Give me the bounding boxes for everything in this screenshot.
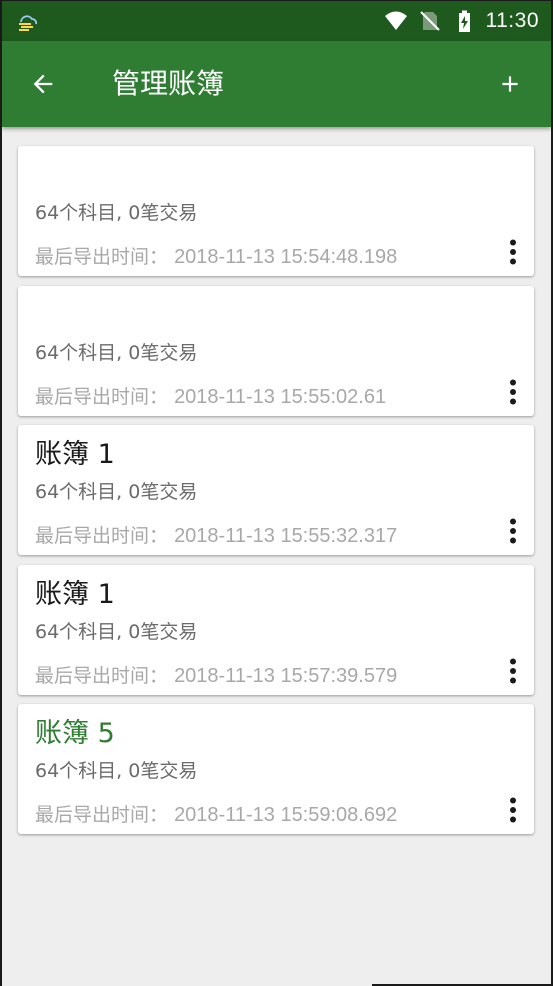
book-menu-button[interactable] [498,511,528,551]
book-name: 账簿 1 [35,439,115,470]
book-card[interactable]: 账簿 5 64个科目, 0笔交易 最后导出时间： 2018-11-13 15:5… [18,704,534,834]
book-list: 64个科目, 0笔交易 最后导出时间： 2018-11-13 15:54:48.… [18,146,535,844]
screen: 11:30 管理账簿 64个科目, 0笔交易 最后导出时间： 2018-11-1… [0,0,553,986]
app-bar: 管理账簿 [2,41,551,127]
export-time: 2018-11-13 15:55:32.317 [174,525,398,547]
arrow-back-icon [33,74,53,94]
export-time: 2018-11-13 15:55:02.61 [174,385,387,408]
export-time: 2018-11-13 15:59:08.692 [174,804,398,826]
book-card[interactable]: 账簿 1 64个科目, 0笔交易 最后导出时间： 2018-11-13 15:5… [18,425,534,555]
book-summary: 64个科目, 0笔交易 [35,481,198,503]
book-menu-button[interactable] [498,651,528,691]
status-icons: 11:30 [384,1,540,41]
export-label: 最后导出时间： [35,664,169,687]
status-time: 11:30 [485,9,539,32]
book-export-info: 最后导出时间： 2018-11-13 15:55:32.317 [35,522,397,550]
more-vert-icon [510,658,516,683]
page-title: 管理账簿 [112,67,225,100]
book-summary: 64个科目, 0笔交易 [35,202,198,224]
weather-icon [19,15,37,31]
book-name: 账簿 5 [35,718,115,749]
export-time: 2018-11-13 15:57:39.579 [174,664,398,687]
book-menu-button[interactable] [498,232,528,272]
wifi-icon [384,11,407,30]
no-sim-icon [419,11,440,31]
more-vert-icon [510,239,516,265]
book-menu-button[interactable] [498,790,528,830]
more-vert-icon [510,379,516,404]
book-menu-button[interactable] [498,372,528,412]
book-export-info: 最后导出时间： 2018-11-13 15:59:08.692 [35,801,397,829]
export-label: 最后导出时间： [35,385,169,408]
book-name: 账簿 1 [35,578,115,610]
more-vert-icon [510,797,516,823]
back-button[interactable] [18,59,68,109]
book-card[interactable]: 64个科目, 0笔交易 最后导出时间： 2018-11-13 15:54:48.… [18,146,534,276]
book-summary: 64个科目, 0笔交易 [35,760,198,782]
book-export-info: 最后导出时间： 2018-11-13 15:55:02.61 [35,383,386,411]
book-export-info: 最后导出时间： 2018-11-13 15:57:39.579 [35,662,397,690]
battery-charging-icon [458,10,470,32]
book-export-info: 最后导出时间： 2018-11-13 15:54:48.198 [35,243,397,271]
export-label: 最后导出时间： [35,804,169,826]
export-label: 最后导出时间： [35,246,169,268]
status-bar: 11:30 [2,1,551,41]
book-summary: 64个科目, 0笔交易 [35,341,198,364]
more-vert-icon [510,518,516,544]
export-label: 最后导出时间： [35,525,169,547]
add-book-button[interactable] [485,59,535,109]
book-card[interactable]: 账簿 1 64个科目, 0笔交易 最后导出时间： 2018-11-13 15:5… [18,564,534,695]
book-card[interactable]: 64个科目, 0笔交易 最后导出时间： 2018-11-13 15:55:02.… [18,285,534,416]
plus-icon [502,76,518,92]
book-summary: 64个科目, 0笔交易 [35,620,198,643]
export-time: 2018-11-13 15:54:48.198 [174,246,398,268]
